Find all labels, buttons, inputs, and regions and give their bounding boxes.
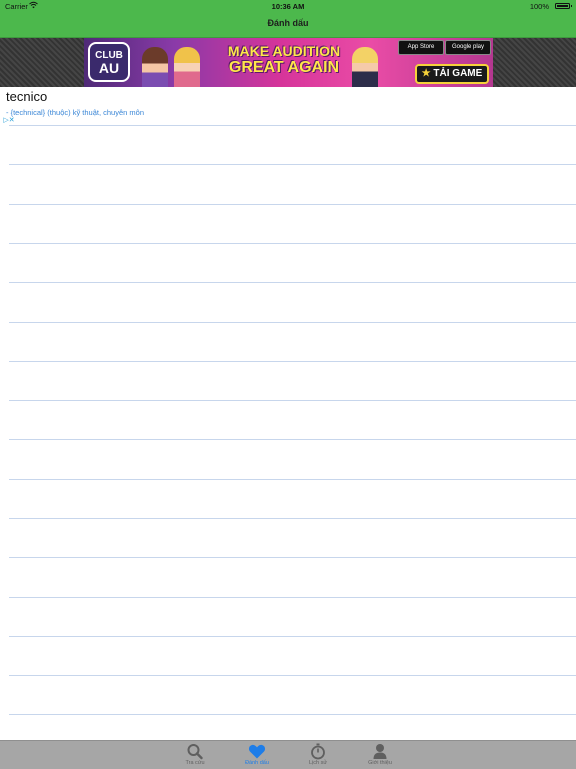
person-icon bbox=[371, 743, 389, 760]
tab-about[interactable]: Giới thiệu bbox=[350, 741, 410, 769]
tab-bar: Tra cứu Đánh dấu Lịch sử Giới thiệu bbox=[0, 740, 576, 769]
ruled-line bbox=[9, 636, 576, 637]
ruled-line bbox=[9, 557, 576, 558]
ruled-line bbox=[9, 597, 576, 598]
bookmark-entry[interactable]: tecnico - {technical} (thuộc) kỹ thuật, … bbox=[6, 89, 566, 117]
ruled-line bbox=[9, 675, 576, 676]
ruled-line bbox=[9, 518, 576, 519]
tab-label: Tra cứu bbox=[185, 760, 205, 766]
search-icon bbox=[186, 743, 204, 760]
tab-bookmarks[interactable]: Đánh dấu bbox=[227, 741, 287, 769]
ruled-line bbox=[9, 714, 576, 715]
tab-label: Đánh dấu bbox=[245, 760, 269, 766]
stopwatch-icon bbox=[309, 743, 327, 760]
ruled-line bbox=[9, 361, 576, 362]
ruled-line bbox=[9, 400, 576, 401]
ruled-line bbox=[9, 282, 576, 283]
ruled-line bbox=[9, 322, 576, 323]
ruled-line bbox=[9, 204, 576, 205]
heart-icon bbox=[248, 743, 266, 760]
ruled-line bbox=[9, 164, 576, 165]
ruled-line bbox=[9, 243, 576, 244]
ruled-line bbox=[9, 125, 576, 126]
ruled-line bbox=[9, 479, 576, 480]
entry-definition: - {technical} (thuộc) kỹ thuật, chuyên m… bbox=[6, 108, 144, 117]
tab-label: Giới thiệu bbox=[368, 760, 392, 766]
tab-lookup[interactable]: Tra cứu bbox=[165, 741, 225, 769]
tab-history[interactable]: Lịch sử bbox=[288, 741, 348, 769]
ruled-line bbox=[9, 439, 576, 440]
tab-label: Lịch sử bbox=[308, 760, 328, 766]
entry-word: tecnico bbox=[6, 89, 48, 104]
